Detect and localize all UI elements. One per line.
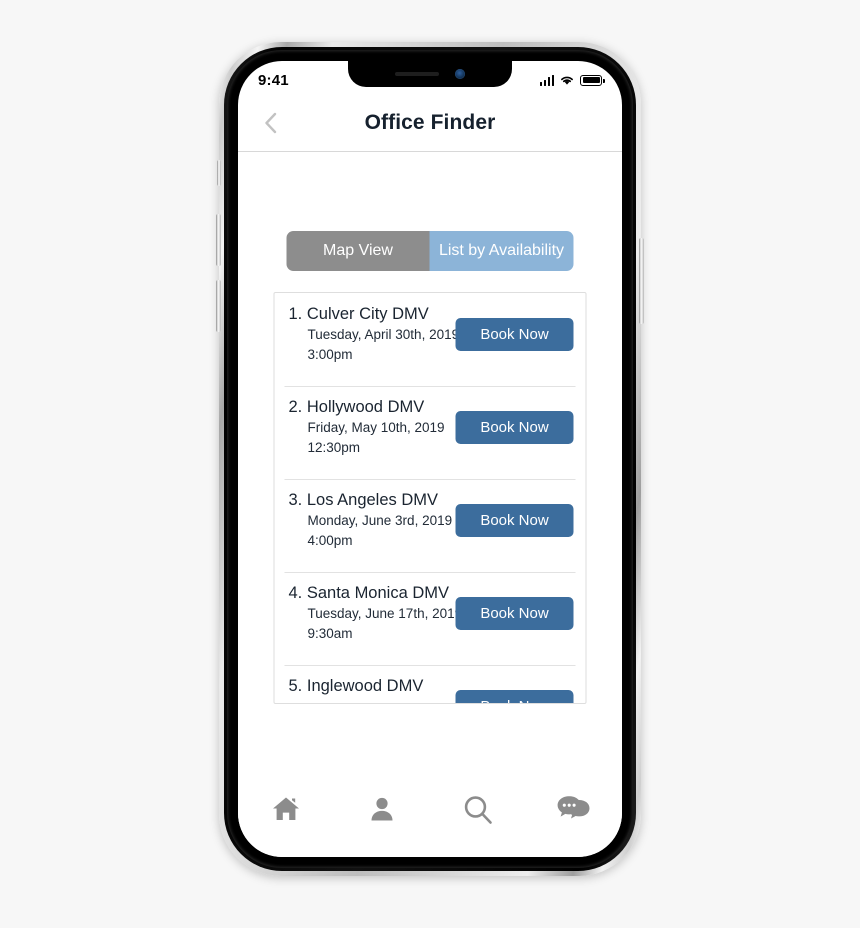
navigation-header: Office Finder <box>238 95 622 151</box>
view-mode-segmented-control[interactable]: Map View List by Availability <box>286 231 574 271</box>
tab-search[interactable] <box>430 793 526 827</box>
segment-map-view[interactable]: Map View <box>286 231 430 271</box>
volume-up-button[interactable] <box>216 214 221 266</box>
office-list-item[interactable]: 2. Hollywood DMV Friday, May 10th, 2019 … <box>275 386 586 479</box>
office-title: 1. Culver City DMV <box>289 305 452 324</box>
power-button[interactable] <box>639 238 644 324</box>
office-time: 9:30am <box>307 625 353 641</box>
office-info: 5. Inglewood DMV <box>289 677 452 697</box>
home-icon <box>273 797 299 820</box>
book-now-button[interactable]: Book Now <box>455 597 574 630</box>
device-notch <box>348 61 512 87</box>
office-date: Monday, June 3rd, 2019 <box>307 513 453 528</box>
office-info: 1. Culver City DMV Tuesday, April 30th, … <box>289 305 460 364</box>
office-index: 3. <box>288 491 303 509</box>
office-list-item[interactable]: 1. Culver City DMV Tuesday, April 30th, … <box>275 293 586 386</box>
tab-home[interactable] <box>238 793 334 825</box>
page-title: Office Finder <box>364 111 496 134</box>
office-time: 3:00pm <box>307 346 353 362</box>
office-name: Inglewood DMV <box>306 677 424 695</box>
office-date: Tuesday, June 17th, 2019 <box>307 606 463 621</box>
office-time: 12:30pm <box>307 439 361 455</box>
volume-down-button[interactable] <box>216 280 221 332</box>
office-title: 3. Los Angeles DMV <box>289 491 452 510</box>
office-name: Hollywood DMV <box>306 398 425 416</box>
office-meta: Monday, June 3rd, 2019 4:00pm <box>289 511 453 550</box>
chat-bubbles-icon <box>557 796 590 819</box>
status-bar-time: 9:41 <box>258 71 289 89</box>
status-bar-icons <box>539 70 605 86</box>
book-now-button[interactable]: Book Now <box>455 504 574 537</box>
cellular-signal-icon <box>539 74 554 86</box>
book-now-button[interactable]: Book Now <box>455 318 574 351</box>
silent-switch-button[interactable] <box>217 160 221 186</box>
office-info: 2. Hollywood DMV Friday, May 10th, 2019 … <box>289 398 452 457</box>
wifi-icon <box>561 76 573 85</box>
book-now-button[interactable]: Book Now <box>455 411 574 444</box>
chevron-left-icon <box>265 112 277 134</box>
segment-list-by-availability[interactable]: List by Availability <box>429 231 574 271</box>
bottom-tab-bar <box>238 779 622 857</box>
office-meta: Tuesday, June 17th, 2019 9:30am <box>289 604 463 643</box>
office-date: Tuesday, April 30th, 2019 <box>307 327 460 342</box>
office-title: 5. Inglewood DMV <box>289 677 452 696</box>
tab-messages[interactable] <box>526 793 622 825</box>
office-meta: Friday, May 10th, 2019 12:30pm <box>289 418 452 457</box>
office-index: 1. <box>288 305 303 323</box>
office-list-item[interactable]: 5. Inglewood DMV Book Now <box>275 665 586 703</box>
header-divider <box>238 151 622 152</box>
battery-icon <box>580 74 605 86</box>
phone-device-frame: 9:41 Office Finder Map View List by Avai… <box>216 42 644 876</box>
office-list-item[interactable]: 3. Los Angeles DMV Monday, June 3rd, 201… <box>275 479 586 572</box>
office-time: 4:00pm <box>307 532 353 548</box>
tab-profile[interactable] <box>334 793 430 825</box>
office-date: Friday, May 10th, 2019 <box>307 420 445 435</box>
phone-screen: 9:41 Office Finder Map View List by Avai… <box>238 61 622 857</box>
office-list-item[interactable]: 4. Santa Monica DMV Tuesday, June 17th, … <box>275 572 586 665</box>
office-meta: Tuesday, April 30th, 2019 3:00pm <box>289 325 460 364</box>
earpiece-speaker-icon <box>395 72 439 76</box>
office-list-card: 1. Culver City DMV Tuesday, April 30th, … <box>273 292 587 704</box>
office-name: Los Angeles DMV <box>306 491 439 509</box>
office-title: 4. Santa Monica DMV <box>289 584 452 603</box>
office-index: 5. <box>288 677 303 695</box>
front-camera-icon <box>455 69 465 79</box>
office-index: 4. <box>288 584 303 602</box>
office-info: 4. Santa Monica DMV Tuesday, June 17th, … <box>289 584 463 643</box>
office-name: Culver City DMV <box>306 305 429 323</box>
office-index: 2. <box>288 398 303 416</box>
office-name: Santa Monica DMV <box>306 584 450 602</box>
office-info: 3. Los Angeles DMV Monday, June 3rd, 201… <box>289 491 453 550</box>
office-title: 2. Hollywood DMV <box>289 398 452 417</box>
search-icon <box>464 796 492 824</box>
person-icon <box>371 797 393 821</box>
back-button[interactable] <box>258 110 284 136</box>
book-now-button[interactable]: Book Now <box>455 690 574 703</box>
